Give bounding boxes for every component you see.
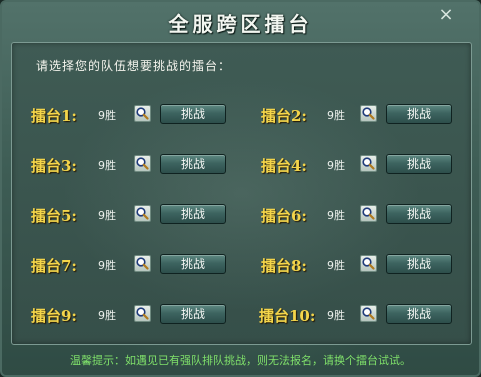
window-title: 全服跨区擂台 (168, 12, 313, 36)
magnifier-icon (362, 307, 375, 320)
challenge-button[interactable]: 挑战 (386, 204, 452, 224)
arena-wins: 9胜 (98, 259, 116, 272)
arena-label: 擂台5: (31, 207, 77, 225)
magnifier-icon (362, 207, 375, 220)
search-button[interactable] (360, 155, 377, 172)
arena-wins: 9胜 (327, 109, 345, 122)
magnifier-icon (136, 257, 149, 270)
magnifier-icon (136, 107, 149, 120)
arena-label: 擂台8: (261, 257, 307, 275)
instruction-text: 请选择您的队伍想要挑战的擂台： (36, 59, 232, 73)
arena-label: 擂台3: (31, 157, 77, 175)
search-button[interactable] (134, 305, 151, 322)
magnifier-icon (362, 157, 375, 170)
arena-label: 擂台6: (261, 207, 307, 225)
arena-wins: 9胜 (327, 159, 345, 172)
close-icon[interactable]: × (437, 6, 455, 24)
magnifier-icon (362, 107, 375, 120)
challenge-button[interactable]: 挑战 (386, 104, 452, 124)
arena-wins: 9胜 (98, 109, 116, 122)
challenge-button[interactable]: 挑战 (386, 154, 452, 174)
challenge-button[interactable]: 挑战 (160, 304, 226, 324)
arena-label: 擂台7: (31, 257, 77, 275)
challenge-button[interactable]: 挑战 (160, 204, 226, 224)
arena-label: 擂台10: (259, 307, 316, 325)
search-button[interactable] (360, 205, 377, 222)
arena-wins: 9胜 (98, 159, 116, 172)
arena-wins: 9胜 (327, 259, 345, 272)
challenge-button[interactable]: 挑战 (160, 254, 226, 274)
arena-wins: 9胜 (98, 209, 116, 222)
search-button[interactable] (360, 255, 377, 272)
arena-label: 擂台9: (31, 307, 77, 325)
search-button[interactable] (360, 305, 377, 322)
search-button[interactable] (134, 205, 151, 222)
magnifier-icon (136, 307, 149, 320)
challenge-button[interactable]: 挑战 (160, 154, 226, 174)
magnifier-icon (136, 207, 149, 220)
arena-wins: 9胜 (98, 309, 116, 322)
arena-label: 擂台2: (261, 107, 307, 125)
arena-wins: 9胜 (327, 309, 345, 322)
arena-label: 擂台4: (261, 157, 307, 175)
arena-window: 全服跨区擂台 × 请选择您的队伍想要挑战的擂台： 擂台1: 9胜 挑战 擂台2:… (0, 0, 481, 377)
challenge-button[interactable]: 挑战 (160, 104, 226, 124)
challenge-button[interactable]: 挑战 (386, 304, 452, 324)
search-button[interactable] (134, 155, 151, 172)
arena-panel (11, 42, 472, 345)
search-button[interactable] (134, 255, 151, 272)
search-button[interactable] (134, 105, 151, 122)
arena-label: 擂台1: (31, 107, 77, 125)
footer-tip: 温馨提示：如遇见已有强队排队挑战，则无法报名，请换个擂台试试。 (70, 354, 411, 367)
search-button[interactable] (360, 105, 377, 122)
magnifier-icon (362, 257, 375, 270)
challenge-button[interactable]: 挑战 (386, 254, 452, 274)
magnifier-icon (136, 157, 149, 170)
arena-wins: 9胜 (327, 209, 345, 222)
